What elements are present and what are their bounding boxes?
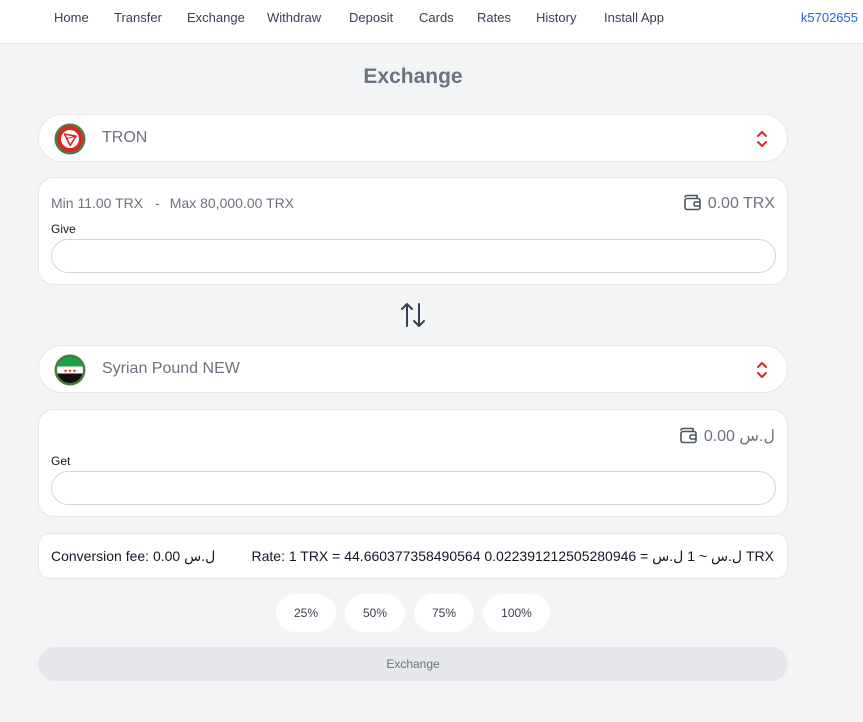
give-amount-card: Min 11.00 TRX - Max 80,000.00 TRX 0.00 TRX… <box>38 177 788 285</box>
page-title: Exchange <box>363 65 463 88</box>
limit-separator: - <box>155 195 160 211</box>
exchange-submit-button[interactable]: Exchange <box>38 647 788 681</box>
give-amount-input[interactable] <box>51 239 776 273</box>
fee-rate-card: Conversion fee: 0.00 ل.س Rate: 1 TRX = 4… <box>38 533 788 579</box>
chevron-up-down-icon <box>757 131 767 147</box>
nav-cards[interactable]: Cards <box>419 10 454 25</box>
chevron-up-down-icon <box>757 362 767 378</box>
exchange-rate: Rate: 1 TRX = 44.660377358490564 ل.س ~ 1… <box>251 548 775 564</box>
swap-arrows-icon[interactable] <box>400 301 426 329</box>
percent-75-button[interactable]: 75% <box>414 594 474 632</box>
nav-withdraw[interactable]: Withdraw <box>267 10 321 25</box>
nav-rates[interactable]: Rates <box>477 10 511 25</box>
max-limit: Max 80,000.00 TRX <box>169 195 295 211</box>
wallet-icon <box>680 427 697 444</box>
syria-flag-icon: ★★★ <box>54 354 86 386</box>
get-amount-input[interactable] <box>51 471 776 505</box>
nav-deposit[interactable]: Deposit <box>349 10 393 25</box>
from-currency-label: TRON <box>102 129 148 146</box>
to-balance-value: ل.س 0.00 <box>703 428 775 445</box>
percent-100-button[interactable]: 100% <box>483 594 550 632</box>
wallet-icon <box>683 194 701 211</box>
top-nav: Home Transfer Exchange Withdraw Deposit … <box>0 0 863 44</box>
get-amount-card: ل.س 0.00 Get <box>38 409 788 517</box>
nav-install-app[interactable]: Install App <box>604 10 664 25</box>
percent-25-button[interactable]: 25% <box>276 594 336 632</box>
nav-exchange[interactable]: Exchange <box>187 10 245 25</box>
nav-history[interactable]: History <box>536 10 576 25</box>
get-label: Get <box>51 454 71 468</box>
to-balance[interactable]: ل.س 0.00 <box>679 426 775 446</box>
from-balance[interactable]: 0.00 TRX <box>683 194 775 213</box>
conversion-fee: Conversion fee: 0.00 ل.س <box>51 548 216 564</box>
nav-transfer[interactable]: Transfer <box>114 10 162 25</box>
nav-home[interactable]: Home <box>54 10 89 25</box>
to-currency-label: Syrian Pound NEW <box>102 360 240 377</box>
from-currency-select[interactable]: TRON <box>38 114 788 162</box>
to-currency-select[interactable]: ★★★ Syrian Pound NEW <box>38 345 788 393</box>
percent-50-button[interactable]: 50% <box>345 594 405 632</box>
user-id[interactable]: k5702655 <box>801 10 858 25</box>
min-limit: Min 11.00 TRX <box>51 195 144 211</box>
tron-logo-icon <box>54 123 86 155</box>
svg-text:★★★: ★★★ <box>63 369 77 375</box>
give-label: Give <box>51 222 76 236</box>
from-balance-value: 0.00 TRX <box>707 195 775 212</box>
give-limits: Min 11.00 TRX - Max 80,000.00 TRX <box>51 195 294 211</box>
